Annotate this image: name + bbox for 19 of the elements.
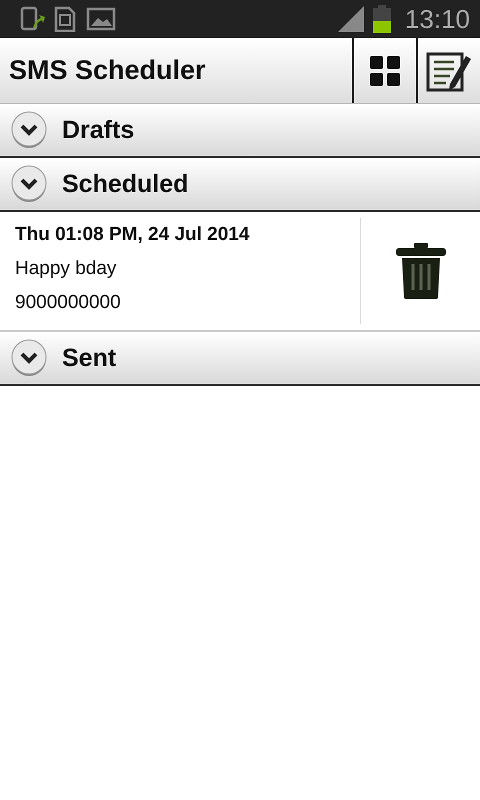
app-title: SMS Scheduler [8, 54, 207, 87]
chevron-down-icon [10, 111, 48, 149]
trash-icon [394, 242, 446, 300]
signal-icon [336, 6, 365, 32]
scheduled-time: Thu 01:08 PM, 24 Jul 2014 [15, 224, 250, 246]
recipient-number: 9000000000 [15, 292, 122, 314]
section-title: Sent [62, 344, 116, 372]
message-text: Happy bday [15, 258, 118, 280]
chevron-down-icon [10, 165, 48, 203]
image-icon [86, 6, 116, 32]
section-title: Drafts [62, 116, 134, 144]
compose-icon [426, 50, 472, 92]
grid-icon [369, 54, 401, 86]
phone-arrow-icon [20, 6, 46, 32]
battery-icon [372, 5, 391, 33]
chevron-down-icon [10, 339, 48, 377]
section-title: Scheduled [62, 170, 188, 198]
clock-time: 13:10 [404, 4, 470, 34]
sim-card-icon [54, 6, 78, 32]
